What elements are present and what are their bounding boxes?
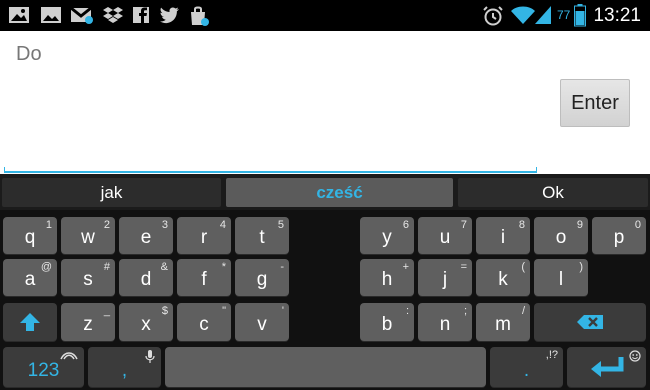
dropbox-icon: [102, 5, 124, 25]
input-text: Do: [16, 43, 42, 65]
key-m-label: m: [495, 314, 511, 335]
key-a[interactable]: @ a: [3, 259, 57, 296]
key-g[interactable]: -g: [235, 259, 289, 296]
key-t[interactable]: 5t: [235, 217, 289, 254]
backspace-key[interactable]: [534, 303, 646, 341]
key-b[interactable]: :b: [360, 303, 414, 341]
key-k[interactable]: (k: [476, 259, 530, 296]
key-s-label: s: [83, 269, 93, 290]
input-underline: [4, 167, 537, 173]
battery-icon: [574, 4, 586, 27]
enter-button[interactable]: Enter: [560, 79, 630, 127]
numbers-key-label: 123: [27, 360, 60, 381]
gmail-icon: [70, 5, 94, 25]
key-x[interactable]: $ x: [119, 303, 173, 341]
key-e-label: e: [140, 227, 152, 248]
suggestion-bar: jak cześć Ok: [0, 174, 650, 210]
period-key[interactable]: ,!? .: [490, 347, 563, 387]
key-f[interactable]: * f: [177, 259, 231, 296]
key-q-label: q: [24, 227, 36, 248]
key-x-label: x: [141, 314, 151, 335]
image-icon: [8, 5, 30, 25]
comma-key-label: ,: [121, 360, 128, 381]
shift-icon: [3, 303, 57, 341]
key-i[interactable]: 8i: [476, 217, 530, 254]
twitter-icon: [158, 5, 180, 25]
period-key-label: .: [523, 360, 530, 381]
shift-key[interactable]: [3, 303, 57, 341]
key-v[interactable]: ' v: [235, 303, 289, 341]
clock: 13:21: [593, 5, 641, 26]
key-g-label: g: [256, 269, 268, 290]
enter-key[interactable]: [567, 347, 646, 387]
key-d[interactable]: & d: [119, 259, 173, 296]
signal-icon: [534, 5, 552, 25]
key-z[interactable]: _ z: [61, 303, 115, 341]
key-v-label: v: [257, 314, 267, 335]
key-a-label: a: [24, 269, 36, 290]
key-z-label: z: [83, 314, 93, 335]
battery-percent: 77: [557, 8, 571, 22]
text-input[interactable]: Do: [4, 31, 537, 173]
numbers-key[interactable]: 123: [3, 347, 84, 387]
key-h-label: h: [381, 269, 393, 290]
key-i-label: i: [500, 227, 506, 248]
key-l[interactable]: ) l: [534, 259, 588, 296]
key-d-label: d: [140, 269, 152, 290]
gallery-icon: [40, 5, 62, 25]
suggestion-left[interactable]: jak: [2, 178, 221, 207]
key-o[interactable]: 9o: [534, 217, 588, 254]
keyboard: jak cześć Ok 1q 2w 3e 4r 5t 6y 7u 8i 9o …: [0, 174, 650, 390]
key-m[interactable]: / m: [476, 303, 530, 341]
key-y[interactable]: 6y: [360, 217, 414, 254]
key-p[interactable]: 0p: [592, 217, 646, 254]
comma-key[interactable]: ,: [88, 347, 161, 387]
key-r-label: r: [200, 227, 208, 248]
suggestion-middle[interactable]: cześć: [226, 178, 453, 207]
key-k-label: k: [498, 269, 508, 290]
key-p-label: p: [613, 227, 625, 248]
suggestion-right[interactable]: Ok: [458, 178, 648, 207]
key-n-label: n: [439, 314, 451, 335]
key-u-label: u: [439, 227, 451, 248]
alarm-icon: [482, 5, 504, 27]
key-l-label: l: [558, 269, 564, 290]
key-c[interactable]: " c: [177, 303, 231, 341]
backspace-icon: [534, 303, 646, 341]
store-icon: [188, 5, 210, 27]
key-y-label: y: [382, 227, 392, 248]
key-r[interactable]: 4r: [177, 217, 231, 254]
key-h[interactable]: + h: [360, 259, 414, 296]
key-w[interactable]: 2w: [61, 217, 115, 254]
key-f-label: f: [201, 269, 207, 290]
key-q[interactable]: 1q: [3, 217, 57, 254]
key-t-label: t: [259, 227, 265, 248]
enter-icon: [567, 347, 646, 387]
key-j-label: j: [442, 269, 448, 290]
key-u[interactable]: 7u: [418, 217, 472, 254]
key-s[interactable]: # s: [61, 259, 115, 296]
period-key-alt: ,!?: [545, 349, 558, 361]
key-j[interactable]: = j: [418, 259, 472, 296]
wifi-icon: [510, 5, 536, 25]
facebook-icon: [132, 5, 150, 25]
key-o-label: o: [555, 227, 567, 248]
key-n[interactable]: ; n: [418, 303, 472, 341]
key-w-label: w: [81, 227, 95, 248]
key-c-label: c: [199, 314, 209, 335]
space-key[interactable]: [165, 347, 486, 387]
status-bar: 77 13:21: [0, 0, 650, 31]
key-b-label: b: [381, 314, 393, 335]
app-content: Do Enter: [0, 31, 650, 174]
key-e[interactable]: 3e: [119, 217, 173, 254]
